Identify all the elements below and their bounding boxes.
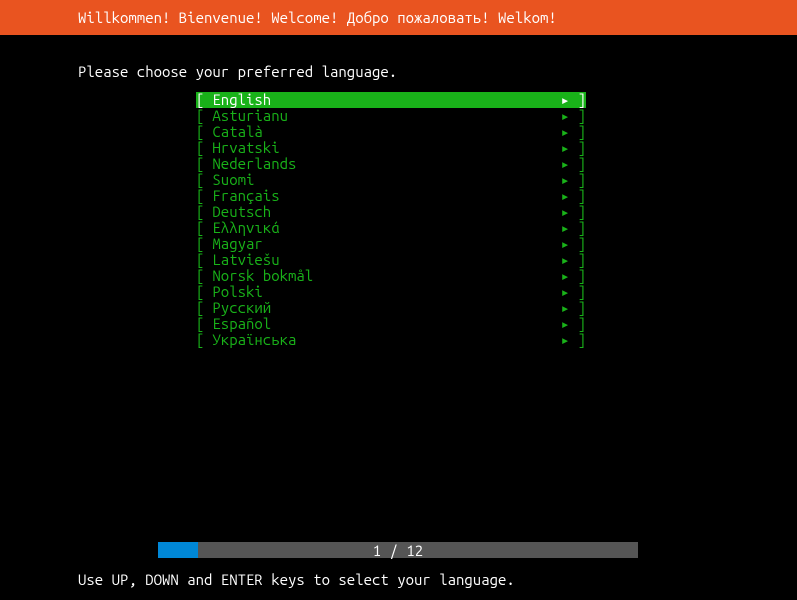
bracket-right: ] (578, 204, 586, 220)
language-name: Español (212, 316, 560, 332)
arrow-right-icon: ▸ (561, 188, 570, 204)
arrow-right-icon: ▸ (561, 236, 570, 252)
bracket-left: [ (196, 220, 204, 236)
arrow-right-icon: ▸ (561, 156, 570, 172)
bracket-left: [ (196, 92, 204, 108)
language-name: Latviešu (212, 252, 560, 268)
language-list: [English▸][Asturianu▸][Català▸][Hrvatski… (196, 92, 797, 348)
language-item[interactable]: [ Polski▸] (196, 284, 586, 300)
arrow-right-icon: ▸ (561, 284, 570, 300)
language-item[interactable]: [ Nederlands▸] (196, 156, 586, 172)
arrow-right-icon: ▸ (561, 172, 570, 188)
bracket-right: ] (578, 156, 586, 172)
language-name: Hrvatski (212, 140, 560, 156)
progress-text: 1 / 12 (373, 542, 423, 559)
progress-fill (158, 542, 198, 558)
language-name: Deutsch (212, 204, 560, 220)
language-item[interactable]: [ Français▸] (196, 188, 586, 204)
arrow-right-icon: ▸ (561, 332, 570, 348)
language-name: Asturianu (212, 108, 560, 124)
language-name: Norsk bokmål (212, 268, 560, 284)
bracket-left: [ (196, 268, 204, 284)
language-item[interactable]: [ Español▸] (196, 316, 586, 332)
arrow-right-icon: ▸ (561, 124, 570, 140)
header-title: Willkommen! Bienvenue! Welcome! Добро по… (78, 9, 557, 26)
language-item[interactable]: [ Русский▸] (196, 300, 586, 316)
language-item[interactable]: [ Suomi▸] (196, 172, 586, 188)
bracket-right: ] (578, 252, 586, 268)
language-name: Suomi (212, 172, 560, 188)
language-item[interactable]: [ Українська▸] (196, 332, 586, 348)
language-item[interactable]: [ Norsk bokmål▸] (196, 268, 586, 284)
bracket-left: [ (196, 204, 204, 220)
language-item[interactable]: [ English▸] (196, 92, 586, 108)
language-item[interactable]: [ Català▸] (196, 124, 586, 140)
bracket-right: ] (578, 332, 586, 348)
language-item[interactable]: [ Magyar▸] (196, 236, 586, 252)
language-item[interactable]: [ Deutsch▸] (196, 204, 586, 220)
bracket-right: ] (578, 92, 586, 108)
progress-separator: / (381, 542, 406, 559)
arrow-right-icon: ▸ (561, 300, 570, 316)
arrow-right-icon: ▸ (561, 316, 570, 332)
language-name: Français (212, 188, 560, 204)
language-name: Русский (212, 300, 560, 316)
language-name: Català (212, 124, 560, 140)
bracket-left: [ (196, 124, 204, 140)
language-name: Nederlands (212, 156, 560, 172)
bracket-right: ] (578, 108, 586, 124)
bracket-right: ] (578, 236, 586, 252)
language-item[interactable]: [ Ελληνικά▸] (196, 220, 586, 236)
bracket-left: [ (196, 236, 204, 252)
language-name: English (212, 92, 560, 108)
bracket-right: ] (578, 316, 586, 332)
progress-current: 1 (373, 542, 381, 559)
bracket-left: [ (196, 172, 204, 188)
bracket-right: ] (578, 300, 586, 316)
language-prompt: Please choose your preferred language. (0, 35, 797, 80)
bracket-left: [ (196, 300, 204, 316)
progress-total: 12 (406, 542, 423, 559)
bracket-left: [ (196, 140, 204, 156)
footer-hint: Use UP, DOWN and ENTER keys to select yo… (78, 571, 515, 588)
bracket-right: ] (578, 188, 586, 204)
bracket-left: [ (196, 332, 204, 348)
bracket-right: ] (578, 140, 586, 156)
arrow-right-icon: ▸ (561, 140, 570, 156)
bracket-right: ] (578, 268, 586, 284)
bracket-left: [ (196, 188, 204, 204)
header-bar: Willkommen! Bienvenue! Welcome! Добро по… (0, 0, 797, 35)
language-item[interactable]: [ Asturianu▸] (196, 108, 586, 124)
bracket-left: [ (196, 284, 204, 300)
progress-bar: 1 / 12 (158, 542, 638, 558)
bracket-left: [ (196, 156, 204, 172)
bracket-right: ] (578, 220, 586, 236)
bracket-left: [ (196, 108, 204, 124)
arrow-right-icon: ▸ (561, 220, 570, 236)
arrow-right-icon: ▸ (561, 252, 570, 268)
language-item[interactable]: [ Hrvatski▸] (196, 140, 586, 156)
bracket-left: [ (196, 252, 204, 268)
language-name: Magyar (212, 236, 560, 252)
language-name: Українська (212, 332, 560, 348)
language-item[interactable]: [ Latviešu▸] (196, 252, 586, 268)
language-name: Ελληνικά (212, 220, 560, 236)
bracket-right: ] (578, 124, 586, 140)
arrow-right-icon: ▸ (561, 268, 570, 284)
bracket-left: [ (196, 316, 204, 332)
arrow-right-icon: ▸ (561, 204, 570, 220)
language-name: Polski (212, 284, 560, 300)
bracket-right: ] (578, 284, 586, 300)
bracket-right: ] (578, 172, 586, 188)
arrow-right-icon: ▸ (561, 108, 570, 124)
arrow-right-icon: ▸ (561, 92, 570, 108)
